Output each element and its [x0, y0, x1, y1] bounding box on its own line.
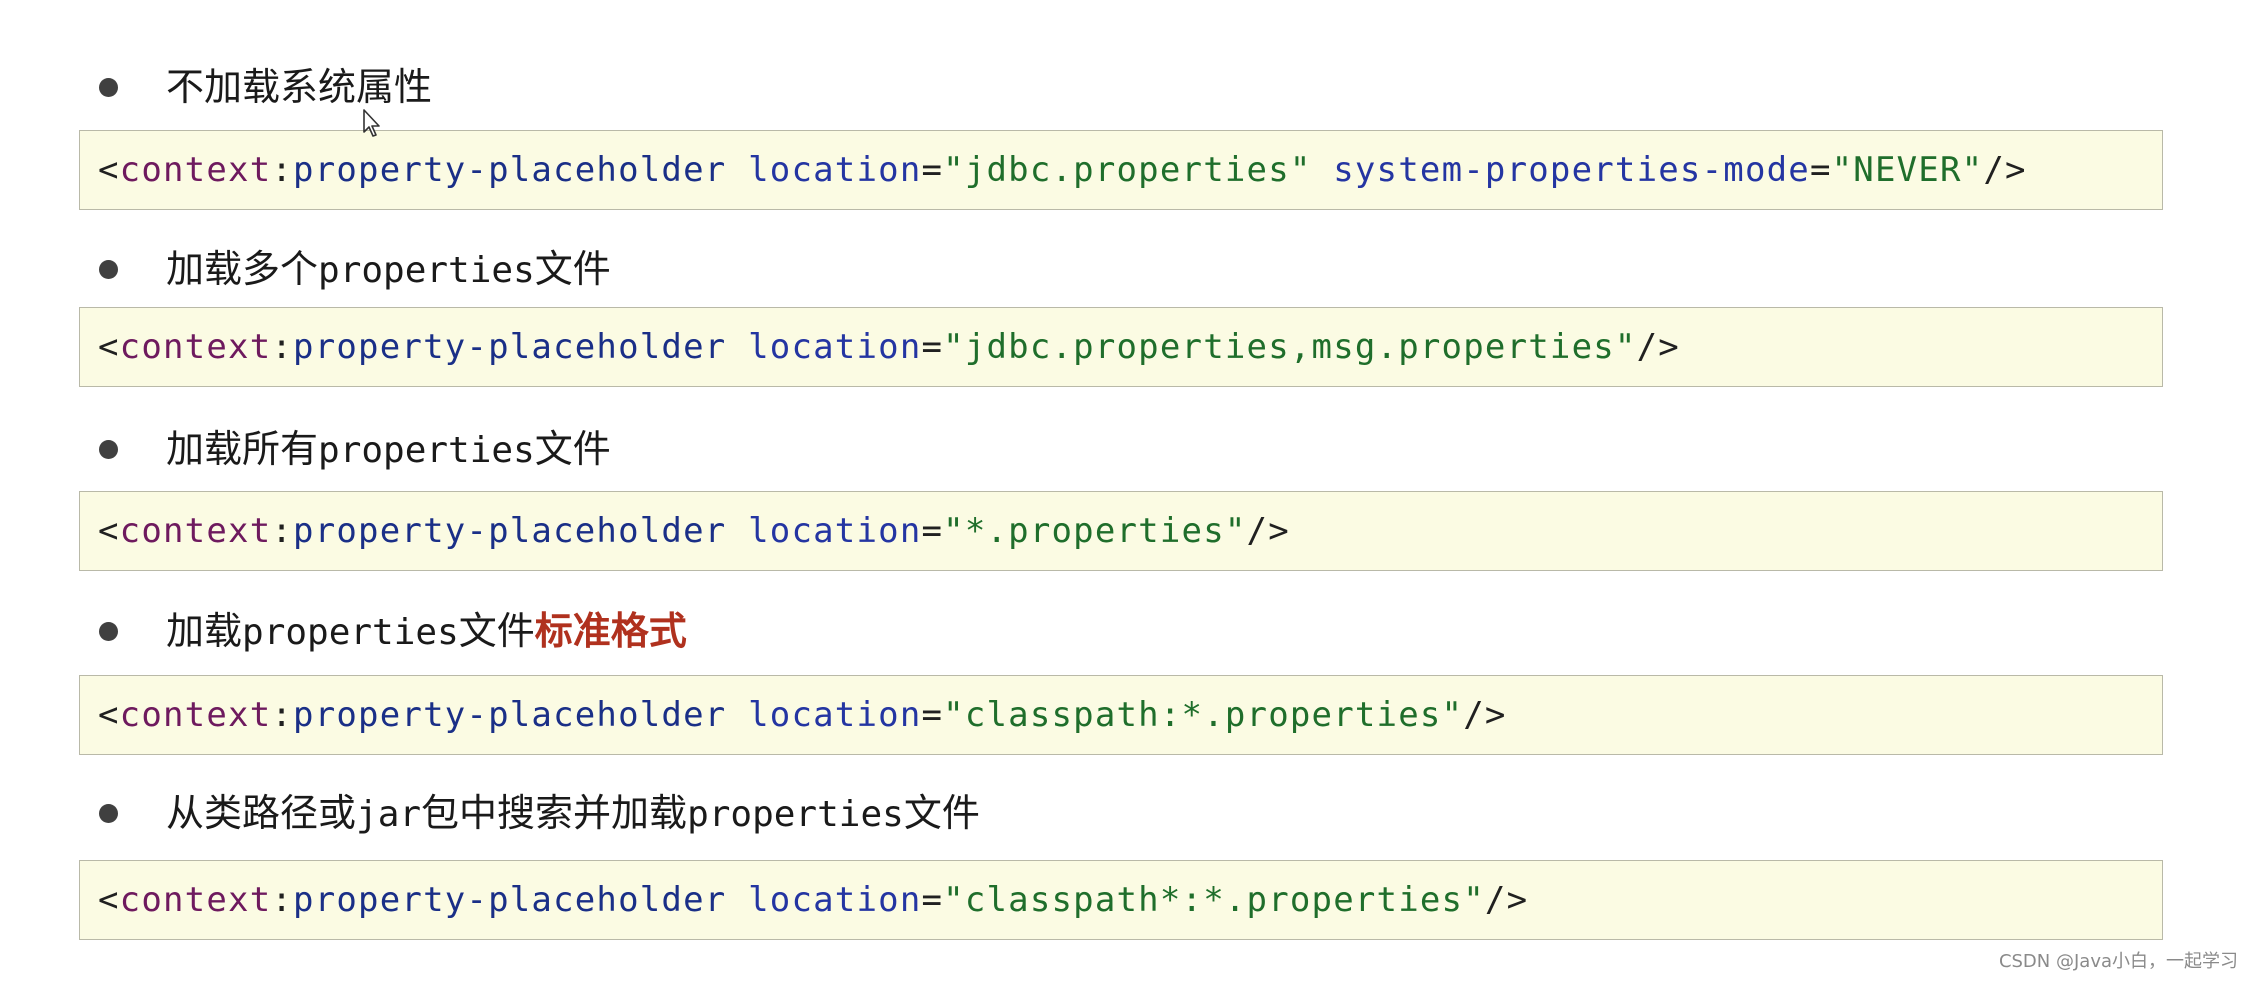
- code-value: "classpath:*.properties": [943, 695, 1464, 735]
- code-open-bracket: <: [98, 695, 120, 735]
- code-equals: =: [921, 327, 944, 367]
- code-block-3: <context:property-placeholder location="…: [79, 491, 2163, 571]
- bullet-label: 不加载系统属性: [166, 65, 433, 109]
- bullet-label-code: properties: [687, 794, 904, 835]
- code-colon: :: [271, 327, 294, 367]
- code-namespace: context: [119, 880, 272, 920]
- bullet-dot: [99, 260, 118, 279]
- code-namespace: context: [119, 511, 272, 551]
- code-line: <context:property-placeholder location="…: [98, 330, 1680, 364]
- bullet-item-3: 加载所有properties文件: [0, 418, 2252, 478]
- bullet-label: 文件: [534, 427, 611, 471]
- code-block-4: <context:property-placeholder location="…: [79, 675, 2163, 755]
- bullet-label-code: jar: [356, 794, 422, 835]
- bullet-item-2: 加载多个properties文件: [0, 238, 2252, 298]
- bullet-label: 文件: [534, 247, 611, 291]
- code-equals: =: [921, 880, 944, 920]
- bullet-label: 从类路径或: [166, 791, 357, 835]
- code-attribute: location: [748, 327, 922, 367]
- code-attribute: location: [748, 695, 922, 735]
- code-tag: property-placeholder: [293, 511, 727, 551]
- code-block-5: <context:property-placeholder location="…: [79, 860, 2163, 940]
- bullet-dot: [99, 78, 118, 97]
- code-tag: property-placeholder: [293, 150, 727, 190]
- bullet-text: 不加载系统属性: [166, 68, 432, 106]
- bullet-label-code: properties: [318, 250, 535, 291]
- code-line: <context:property-placeholder location="…: [98, 153, 2027, 187]
- code-colon: :: [271, 150, 294, 190]
- code-line: <context:property-placeholder location="…: [98, 514, 1290, 548]
- bullet-label: 加载: [166, 609, 243, 653]
- code-namespace: context: [119, 695, 272, 735]
- code-open-bracket: <: [98, 511, 120, 551]
- bullet-highlight-label: 标准格式: [534, 609, 687, 653]
- code-close-bracket: />: [1463, 695, 1507, 735]
- mouse-pointer-icon: [363, 109, 380, 137]
- code-close-bracket: />: [1636, 327, 1680, 367]
- code-open-bracket: <: [98, 150, 120, 190]
- code-attribute: location: [748, 880, 922, 920]
- code-namespace: context: [119, 150, 272, 190]
- code-equals: =: [1809, 150, 1832, 190]
- code-close-bracket: />: [1484, 880, 1529, 920]
- code-colon: :: [271, 695, 294, 735]
- code-open-bracket: <: [98, 880, 120, 920]
- code-namespace: context: [119, 327, 272, 367]
- code-block-2: <context:property-placeholder location="…: [79, 307, 2163, 387]
- code-equals: =: [921, 150, 944, 190]
- code-tag: property-placeholder: [293, 880, 727, 920]
- watermark: CSDN @Java小白，一起学习: [1998, 951, 2238, 972]
- code-value: "NEVER": [1831, 150, 1984, 190]
- bullet-label: 加载多个: [166, 247, 319, 291]
- code-line: <context:property-placeholder location="…: [98, 883, 1528, 917]
- code-value: "jdbc.properties": [943, 150, 1312, 190]
- code-attribute: location: [748, 511, 922, 551]
- bullet-dot: [99, 804, 118, 823]
- bullet-label-code: properties: [318, 430, 535, 471]
- code-line: <context:property-placeholder location="…: [98, 698, 1507, 732]
- code-colon: :: [271, 511, 294, 551]
- bullet-label: 文件: [903, 791, 980, 835]
- code-value: "*.properties": [943, 511, 1247, 551]
- code-close-bracket: />: [1246, 511, 1290, 551]
- bullet-label-code: properties: [242, 612, 459, 653]
- code-tag: property-placeholder: [293, 695, 727, 735]
- bullet-text: 加载properties文件标准格式: [166, 612, 687, 651]
- bullet-dot: [99, 622, 118, 641]
- bullet-label: 包中搜索并加载: [421, 791, 688, 835]
- bullet-text: 加载所有properties文件: [166, 430, 611, 469]
- code-value: "classpath*:*.properties": [943, 880, 1485, 920]
- bullet-label: 加载所有: [166, 427, 319, 471]
- bullet-item-5: 从类路径或jar包中搜索并加载properties文件: [0, 782, 2252, 842]
- bullet-text: 从类路径或jar包中搜索并加载properties文件: [166, 794, 980, 833]
- code-block-1: <context:property-placeholder location="…: [79, 130, 2163, 210]
- bullet-label: 文件: [458, 609, 535, 653]
- code-value: "jdbc.properties,msg.properties": [943, 327, 1637, 367]
- code-equals: =: [921, 695, 944, 735]
- bullet-text: 加载多个properties文件: [166, 250, 611, 289]
- code-equals: =: [921, 511, 944, 551]
- code-tag: property-placeholder: [293, 327, 727, 367]
- bullet-dot: [99, 440, 118, 459]
- bullet-item-1: 不加载系统属性: [0, 58, 2252, 118]
- code-open-bracket: <: [98, 327, 120, 367]
- bullet-item-4: 加载properties文件标准格式: [0, 600, 2252, 660]
- code-close-bracket: />: [1983, 150, 2027, 190]
- code-attribute: location: [748, 150, 922, 190]
- code-attribute: system-properties-mode: [1333, 150, 1810, 190]
- code-colon: :: [271, 880, 294, 920]
